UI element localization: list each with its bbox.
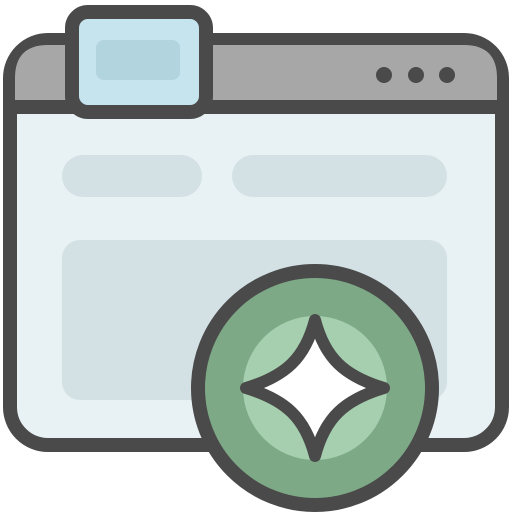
browser-window-sparkle-icon bbox=[3, 5, 509, 512]
dot-icon bbox=[439, 67, 455, 83]
placeholder-bar-long bbox=[232, 155, 447, 197]
window-tab-inner bbox=[96, 40, 180, 80]
placeholder-bar-short bbox=[62, 155, 202, 197]
window-dots bbox=[376, 67, 455, 83]
icon-canvas bbox=[0, 0, 512, 512]
sparkle-badge-icon bbox=[191, 264, 439, 512]
dot-icon bbox=[376, 67, 392, 83]
dot-icon bbox=[408, 67, 424, 83]
